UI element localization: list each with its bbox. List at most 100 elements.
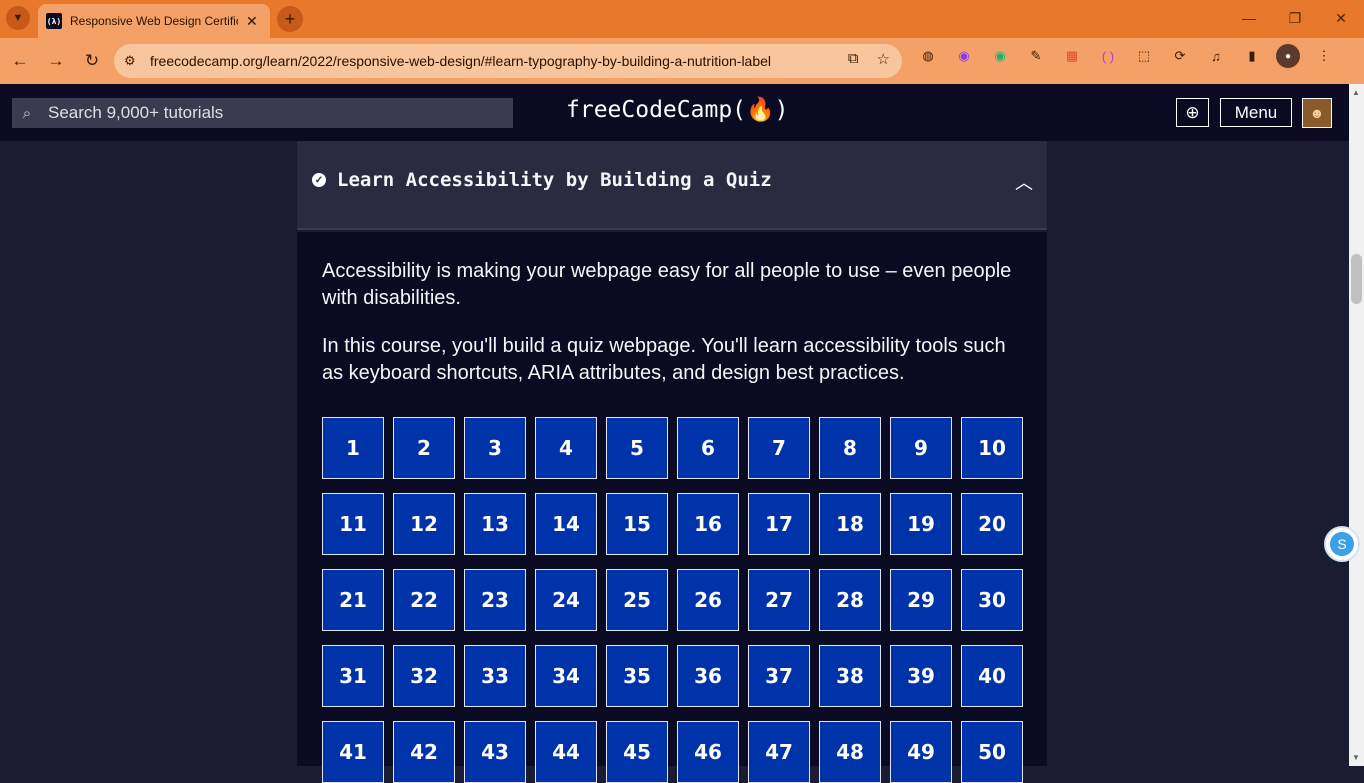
step-button[interactable]: 43 <box>464 721 526 783</box>
step-button[interactable]: 32 <box>393 645 455 707</box>
step-button[interactable]: 31 <box>322 645 384 707</box>
step-button[interactable]: 44 <box>535 721 597 783</box>
step-button[interactable]: 27 <box>748 569 810 631</box>
step-button[interactable]: 23 <box>464 569 526 631</box>
step-button[interactable]: 22 <box>393 569 455 631</box>
minimize-button[interactable]: — <box>1226 0 1272 36</box>
step-button[interactable]: 28 <box>819 569 881 631</box>
brackets-extension-icon[interactable]: ( ) <box>1096 44 1120 68</box>
browser-tab-active[interactable]: (λ) Responsive Web Design Certification … <box>38 4 270 38</box>
steps-grid: 1 2 3 4 5 6 7 8 9 10 11 12 13 14 15 16 17 18 19 20 21 22 23 24 2… <box>322 417 1023 783</box>
step-button[interactable]: 41 <box>322 721 384 783</box>
step-button[interactable]: 9 <box>890 417 952 479</box>
extensions-area: ◍ ◉ ◉ ✎ ▦ ( ) ⬚ ⟳ ♫ ▮ ● ⋮ <box>916 44 1336 68</box>
floating-extension-badge[interactable]: S <box>1324 526 1360 562</box>
block-title: Learn Accessibility by Building a Quiz <box>337 169 772 191</box>
step-button[interactable]: 38 <box>819 645 881 707</box>
step-button[interactable]: 37 <box>748 645 810 707</box>
step-button[interactable]: 6 <box>677 417 739 479</box>
search-bar[interactable]: ⌕ <box>12 98 513 128</box>
step-button[interactable]: 20 <box>961 493 1023 555</box>
bookmark-star-icon[interactable]: ☆ <box>877 50 890 68</box>
step-button[interactable]: 33 <box>464 645 526 707</box>
menu-button[interactable]: Menu <box>1220 98 1292 127</box>
block-header-toggle[interactable]: ✓ Learn Accessibility by Building a Quiz… <box>297 141 1047 230</box>
step-button[interactable]: 47 <box>748 721 810 783</box>
step-button[interactable]: 1 <box>322 417 384 479</box>
step-button[interactable]: 15 <box>606 493 668 555</box>
new-tab-button[interactable]: + <box>277 6 303 32</box>
step-button[interactable]: 30 <box>961 569 1023 631</box>
step-button[interactable]: 10 <box>961 417 1023 479</box>
refresh-extension-icon[interactable]: ⟳ <box>1168 44 1192 68</box>
step-button[interactable]: 24 <box>535 569 597 631</box>
extensions-puzzle-icon[interactable]: ⬚ <box>1132 44 1156 68</box>
tab-close-icon[interactable]: ✕ <box>246 13 258 30</box>
step-button[interactable]: 12 <box>393 493 455 555</box>
step-button[interactable]: 45 <box>606 721 668 783</box>
step-button[interactable]: 49 <box>890 721 952 783</box>
install-app-icon[interactable]: ⧉ <box>848 50 859 68</box>
language-globe-icon[interactable]: ⊕ <box>1176 98 1209 127</box>
step-button[interactable]: 21 <box>322 569 384 631</box>
scrollbar-thumb[interactable] <box>1351 254 1362 304</box>
step-button[interactable]: 36 <box>677 645 739 707</box>
user-avatar[interactable]: ☻ <box>1302 98 1332 128</box>
media-control-icon[interactable]: ♫ <box>1204 44 1228 68</box>
browser-menu-icon[interactable]: ⋮ <box>1312 44 1336 68</box>
grammarly-icon[interactable]: ◉ <box>988 44 1012 68</box>
figma-extension-icon[interactable]: ▦ <box>1060 44 1084 68</box>
step-button[interactable]: 50 <box>961 721 1023 783</box>
search-input[interactable] <box>48 103 508 123</box>
step-button[interactable]: 29 <box>890 569 952 631</box>
step-button[interactable]: 19 <box>890 493 952 555</box>
step-button[interactable]: 2 <box>393 417 455 479</box>
window-controls: — ❐ ✕ <box>1226 0 1364 38</box>
step-button[interactable]: 48 <box>819 721 881 783</box>
check-circle-icon: ✓ <box>312 173 326 187</box>
step-button[interactable]: 4 <box>535 417 597 479</box>
profile-avatar-icon[interactable]: ● <box>1276 44 1300 68</box>
caret-up-icon[interactable]: ︿ <box>1015 169 1033 195</box>
back-arrow-icon[interactable]: ← <box>2 43 38 79</box>
step-button[interactable]: 46 <box>677 721 739 783</box>
reload-icon[interactable]: ↻ <box>74 43 110 79</box>
step-button[interactable]: 18 <box>819 493 881 555</box>
purple-extension-icon[interactable]: ◉ <box>952 44 976 68</box>
step-button[interactable]: 42 <box>393 721 455 783</box>
step-button[interactable]: 11 <box>322 493 384 555</box>
globe-extension-icon[interactable]: ◍ <box>916 44 940 68</box>
dropper-extension-icon[interactable]: ✎ <box>1024 44 1048 68</box>
fcc-logo[interactable]: freeCodeCamp(🔥) <box>566 96 789 123</box>
scroll-up-arrow-icon[interactable]: ▲ <box>1352 88 1360 97</box>
step-button[interactable]: 7 <box>748 417 810 479</box>
step-button[interactable]: 25 <box>606 569 668 631</box>
search-icon: ⌕ <box>22 104 32 122</box>
page-scrollbar[interactable]: ▲ ▼ <box>1349 84 1364 766</box>
step-button[interactable]: 35 <box>606 645 668 707</box>
step-button[interactable]: 34 <box>535 645 597 707</box>
step-button[interactable]: 26 <box>677 569 739 631</box>
step-button[interactable]: 39 <box>890 645 952 707</box>
step-button[interactable]: 8 <box>819 417 881 479</box>
step-button[interactable]: 40 <box>961 645 1023 707</box>
address-bar[interactable]: ⚙ freecodecamp.org/learn/2022/responsive… <box>114 44 902 78</box>
s-extension-icon: S <box>1330 532 1354 556</box>
step-button[interactable]: 16 <box>677 493 739 555</box>
restore-button[interactable]: ❐ <box>1272 0 1318 36</box>
step-button[interactable]: 3 <box>464 417 526 479</box>
site-info-icon[interactable]: ⚙ <box>124 53 150 69</box>
sidepanel-icon[interactable]: ▮ <box>1240 44 1264 68</box>
url-text[interactable]: freecodecamp.org/learn/2022/responsive-w… <box>150 53 771 69</box>
scroll-down-arrow-icon[interactable]: ▼ <box>1352 753 1360 762</box>
step-button[interactable]: 14 <box>535 493 597 555</box>
forward-arrow-icon[interactable]: → <box>38 43 74 79</box>
step-button[interactable]: 13 <box>464 493 526 555</box>
tab-search-button[interactable]: ▼ <box>6 6 30 30</box>
fcc-navbar: ⌕ freeCodeCamp(🔥) ⊕ Menu ☻ <box>0 84 1349 141</box>
block-body: Accessibility is making your webpage eas… <box>297 232 1047 783</box>
step-button[interactable]: 5 <box>606 417 668 479</box>
close-window-button[interactable]: ✕ <box>1318 0 1364 36</box>
step-button[interactable]: 17 <box>748 493 810 555</box>
block-description-2: In this course, you'll build a quiz webp… <box>322 335 1006 384</box>
